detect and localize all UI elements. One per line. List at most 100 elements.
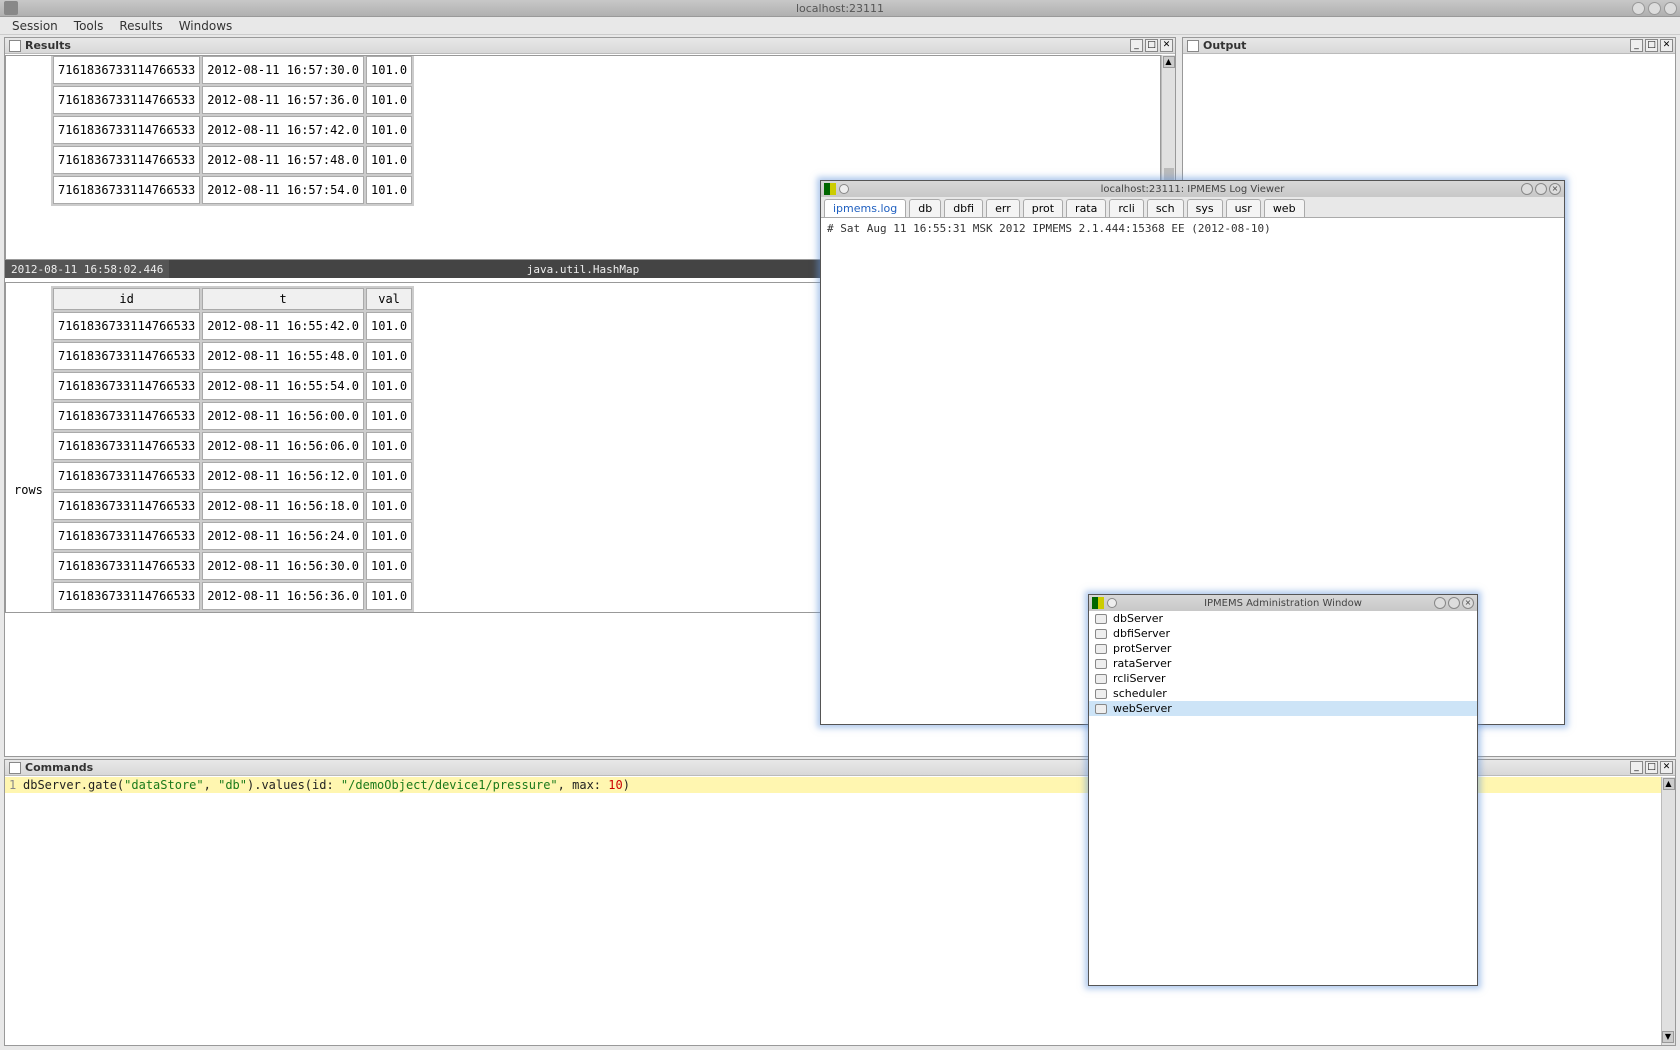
server-icon xyxy=(1095,644,1107,654)
table-cell: 7161836733114766533 xyxy=(53,402,200,430)
admin-item-rataServer[interactable]: rataServer xyxy=(1089,656,1477,671)
scroll-up-icon[interactable]: ▲ xyxy=(1163,56,1175,68)
table-row[interactable]: 71618367331147665332012-08-11 16:57:36.0… xyxy=(53,86,412,114)
table-row[interactable]: 71618367331147665332012-08-11 16:57:54.0… xyxy=(53,176,412,204)
server-icon xyxy=(1095,689,1107,699)
panel-close-icon[interactable]: ✕ xyxy=(1660,761,1673,774)
table-cell: 101.0 xyxy=(366,86,412,114)
panel-close-icon[interactable]: ✕ xyxy=(1660,39,1673,52)
panel-icon[interactable] xyxy=(9,762,21,774)
menu-windows[interactable]: Windows xyxy=(171,17,241,35)
dialog-max-icon[interactable] xyxy=(1448,597,1460,609)
admin-window-dialog[interactable]: IPMEMS Administration Window × dbServerd… xyxy=(1088,594,1478,986)
admin-item-dbfiServer[interactable]: dbfiServer xyxy=(1089,626,1477,641)
log-tab-sch[interactable]: sch xyxy=(1147,199,1184,217)
minimize-icon[interactable] xyxy=(1632,2,1645,15)
panel-min-icon[interactable]: _ xyxy=(1130,39,1143,52)
table-cell: 101.0 xyxy=(366,462,412,490)
server-icon xyxy=(1095,674,1107,684)
admin-item-label: rataServer xyxy=(1113,657,1171,670)
admin-item-scheduler[interactable]: scheduler xyxy=(1089,686,1477,701)
panel-min-icon[interactable]: _ xyxy=(1630,761,1643,774)
admin-item-rcliServer[interactable]: rcliServer xyxy=(1089,671,1477,686)
dialog-min-icon[interactable] xyxy=(1434,597,1446,609)
table-cell: 101.0 xyxy=(366,146,412,174)
log-tab-usr[interactable]: usr xyxy=(1226,199,1261,217)
table-cell: 7161836733114766533 xyxy=(53,56,200,84)
table-cell: 2012-08-11 16:57:48.0 xyxy=(202,146,364,174)
table-cell: 2012-08-11 16:56:24.0 xyxy=(202,522,364,550)
dialog-close-icon[interactable]: × xyxy=(1549,183,1561,195)
table-row[interactable]: 71618367331147665332012-08-11 16:57:48.0… xyxy=(53,146,412,174)
column-header[interactable]: t xyxy=(202,288,364,310)
panel-max-icon[interactable]: □ xyxy=(1145,39,1158,52)
panel-icon[interactable] xyxy=(1187,40,1199,52)
table-row[interactable]: 71618367331147665332012-08-11 16:56:24.0… xyxy=(53,522,412,550)
admin-item-label: rcliServer xyxy=(1113,672,1166,685)
dialog-max-icon[interactable] xyxy=(1535,183,1547,195)
table-row[interactable]: 71618367331147665332012-08-11 16:55:42.0… xyxy=(53,312,412,340)
log-tab-rcli[interactable]: rcli xyxy=(1109,199,1143,217)
close-icon[interactable] xyxy=(1664,2,1677,15)
log-tab-web[interactable]: web xyxy=(1264,199,1305,217)
upper-data-table: 71618367331147665332012-08-11 16:57:30.0… xyxy=(51,55,414,206)
dialog-min-icon[interactable] xyxy=(1521,183,1533,195)
table-cell: 7161836733114766533 xyxy=(53,462,200,490)
menu-session[interactable]: Session xyxy=(4,17,66,35)
table-cell: 101.0 xyxy=(366,552,412,580)
panel-icon[interactable] xyxy=(9,40,21,52)
log-content[interactable]: # Sat Aug 11 16:55:31 MSK 2012 IPMEMS 2.… xyxy=(821,218,1564,239)
menu-tools[interactable]: Tools xyxy=(66,17,112,35)
admin-server-list: dbServer dbfiServerprotServerrataServer rc… xyxy=(1089,611,1477,716)
command-code[interactable]: dbServer.gate("dataStore", "db").values(… xyxy=(23,778,630,792)
log-tab-err[interactable]: err xyxy=(986,199,1020,217)
table-row[interactable]: 71618367331147665332012-08-11 16:57:30.0… xyxy=(53,56,412,84)
table-row[interactable]: 71618367331147665332012-08-11 16:55:48.0… xyxy=(53,342,412,370)
table-cell: 2012-08-11 16:56:00.0 xyxy=(202,402,364,430)
table-cell: 101.0 xyxy=(366,522,412,550)
table-row[interactable]: 71618367331147665332012-08-11 16:56:18.0… xyxy=(53,492,412,520)
table-row[interactable]: 71618367331147665332012-08-11 16:56:06.0… xyxy=(53,432,412,460)
table-row[interactable]: 71618367331147665332012-08-11 16:56:36.0… xyxy=(53,582,412,610)
admin-item-label: dbfiServer xyxy=(1113,627,1170,640)
panel-max-icon[interactable]: □ xyxy=(1645,39,1658,52)
admin-item-protServer[interactable]: protServer xyxy=(1089,641,1477,656)
server-icon xyxy=(1095,704,1107,714)
table-row[interactable]: 71618367331147665332012-08-11 16:57:42.0… xyxy=(53,116,412,144)
dialog-close-icon[interactable]: × xyxy=(1462,597,1474,609)
admin-item-webServer[interactable]: webServer xyxy=(1089,701,1477,716)
scroll-up-icon[interactable]: ▲ xyxy=(1663,778,1675,790)
panel-min-icon[interactable]: _ xyxy=(1630,39,1643,52)
column-header[interactable]: val xyxy=(366,288,412,310)
panel-close-icon[interactable]: ✕ xyxy=(1160,39,1173,52)
log-tab-ipmems-log[interactable]: ipmems.log xyxy=(824,199,906,217)
results-title: Results xyxy=(25,39,71,52)
server-icon xyxy=(1095,659,1107,669)
table-cell: 101.0 xyxy=(366,582,412,610)
log-tab-db[interactable]: db xyxy=(909,199,941,217)
log-tab-prot[interactable]: prot xyxy=(1023,199,1063,217)
menu-results[interactable]: Results xyxy=(111,17,170,35)
table-cell: 7161836733114766533 xyxy=(53,552,200,580)
timestamp-value: 2012-08-11 16:58:02.446 xyxy=(5,260,169,278)
table-row[interactable]: 71618367331147665332012-08-11 16:56:12.0… xyxy=(53,462,412,490)
table-row[interactable]: 71618367331147665332012-08-11 16:56:00.0… xyxy=(53,402,412,430)
panel-max-icon[interactable]: □ xyxy=(1645,761,1658,774)
log-tab-dbfi[interactable]: dbfi xyxy=(944,199,983,217)
table-row[interactable]: 71618367331147665332012-08-11 16:56:30.0… xyxy=(53,552,412,580)
table-cell: 101.0 xyxy=(366,312,412,340)
table-cell: 2012-08-11 16:56:30.0 xyxy=(202,552,364,580)
scroll-down-icon[interactable]: ▼ xyxy=(1662,1031,1674,1043)
log-tab-sys[interactable]: sys xyxy=(1187,199,1223,217)
column-header[interactable]: id xyxy=(53,288,200,310)
table-cell: 2012-08-11 16:55:54.0 xyxy=(202,372,364,400)
maximize-icon[interactable] xyxy=(1648,2,1661,15)
output-title: Output xyxy=(1203,39,1246,52)
table-row[interactable]: 71618367331147665332012-08-11 16:55:54.0… xyxy=(53,372,412,400)
log-viewer-title: localhost:23111: IPMEMS Log Viewer xyxy=(1101,184,1285,195)
commands-scrollbar[interactable]: ▲ ▼ xyxy=(1661,777,1675,1045)
log-tab-rata[interactable]: rata xyxy=(1066,199,1106,217)
server-icon xyxy=(1095,614,1107,624)
admin-item-label: dbServer xyxy=(1113,612,1163,625)
admin-item-dbServer[interactable]: dbServer xyxy=(1089,611,1477,626)
